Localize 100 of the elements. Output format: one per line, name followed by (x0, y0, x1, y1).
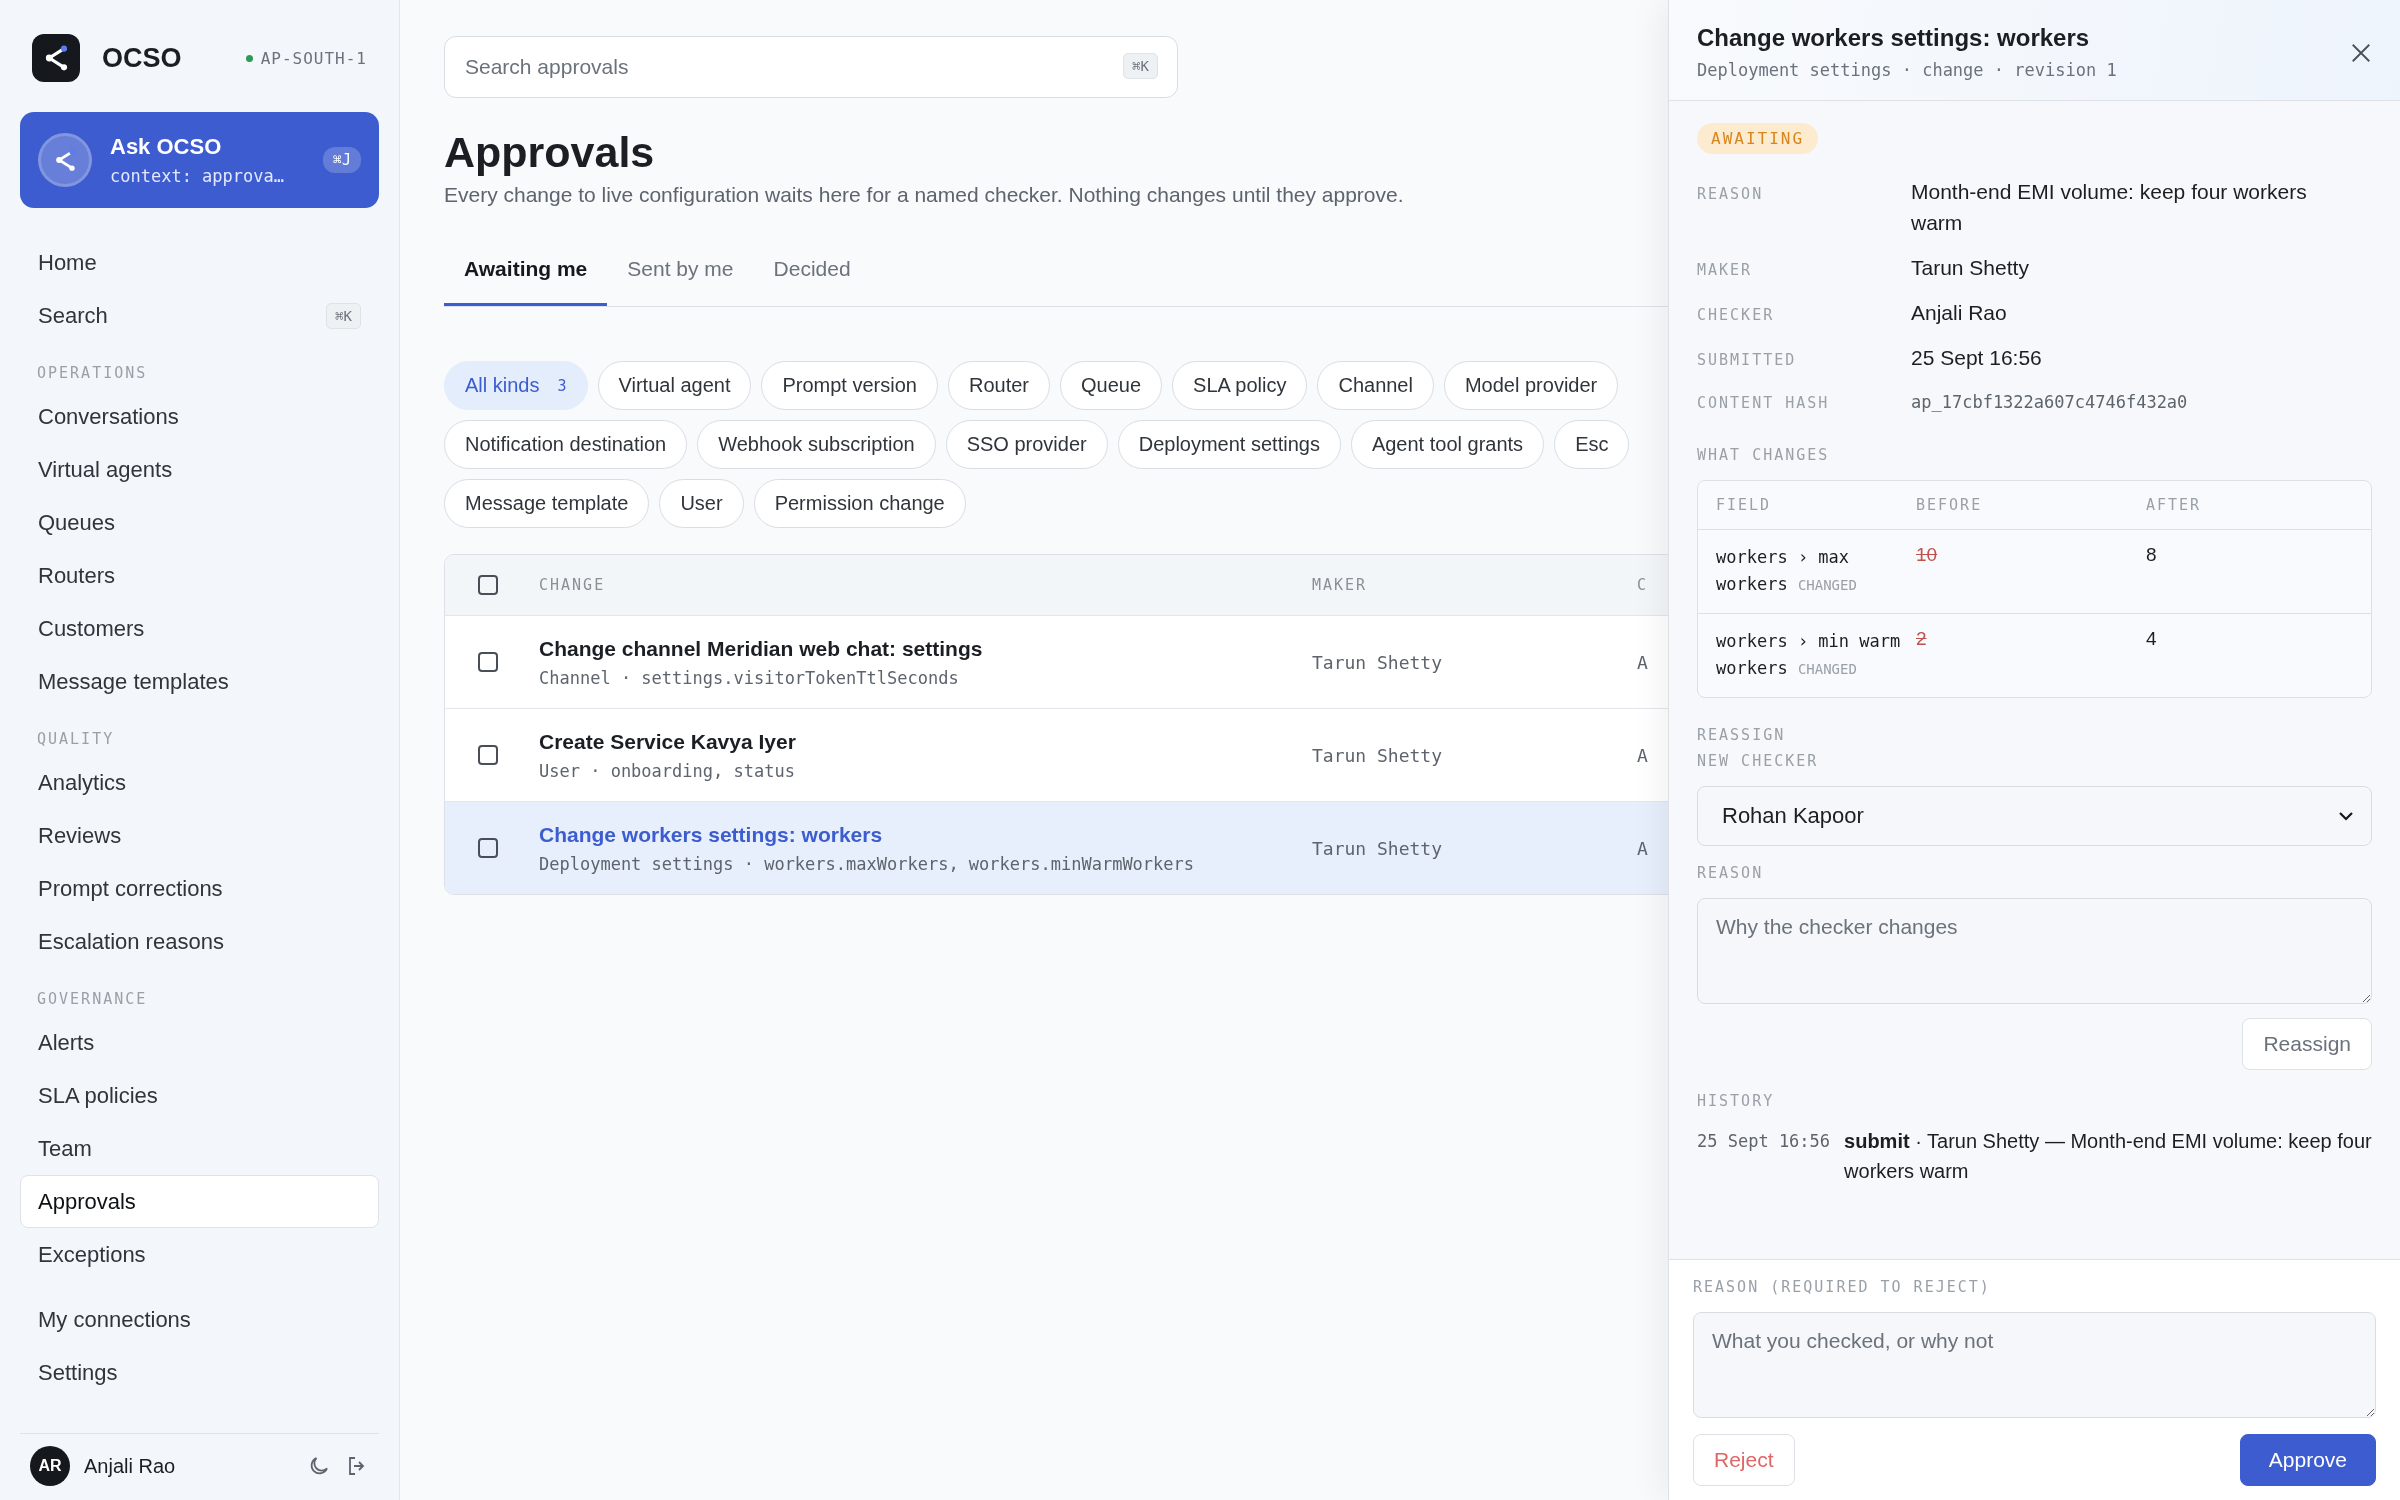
nav-item[interactable]: Settings (20, 1346, 379, 1399)
change-detail: Deployment settings · workers.maxWorkers, workers.minWarmWorkers (539, 853, 1196, 874)
row-checkbox[interactable] (478, 838, 498, 858)
nav-item[interactable]: Routers (20, 549, 379, 602)
page-title: Approvals (444, 128, 656, 177)
history-entry: submit · Tarun Shetty — Month-end EMI volume: keep four workers warm (1844, 1129, 2372, 1184)
field-value: Month-end EMI volume: keep four workers warm (1911, 179, 2308, 236)
logo-icon (32, 34, 80, 82)
table-cell-text: A (1637, 651, 1649, 673)
row-checkbox[interactable] (478, 652, 498, 672)
field-value: Anjali Rao (1911, 300, 2008, 326)
panel-subtitle: Deployment settings · change · revision 1 (1697, 60, 2117, 80)
assistant-icon (38, 133, 92, 187)
nav-item[interactable]: Exceptions (20, 1228, 379, 1281)
filter-chip[interactable]: Agent tool grants (1350, 420, 1545, 469)
tab[interactable]: Awaiting me (444, 257, 608, 306)
column-header: MAKER (1312, 576, 1369, 594)
section-heading: REASSIGN (1697, 726, 1787, 744)
maker-cell-text: Tarun Shetty (1312, 744, 1444, 766)
change-detail: Channel · settings.visitorTokenTtlSeconds (539, 667, 960, 688)
section-heading: GOVERNANCE (36, 989, 149, 1010)
filter-chip[interactable]: Router (947, 361, 1050, 410)
nav-item[interactable]: Message templates (20, 655, 379, 708)
ask-assistant-button[interactable]: Ask OCSO context: approva… ⌘J (20, 112, 379, 208)
nav-item[interactable]: Queues (20, 496, 379, 549)
filter-chip[interactable]: Esc (1554, 420, 1630, 469)
close-icon[interactable] (2350, 42, 2372, 64)
filter-chip[interactable]: Permission change (753, 479, 966, 528)
user-avatar: AR (30, 1446, 70, 1486)
nav-item[interactable]: Conversations (20, 390, 379, 443)
tab[interactable]: Sent by me (607, 257, 754, 306)
change-title[interactable]: Change workers settings: workers (539, 822, 1312, 847)
reject-reason-input[interactable]: What you checked, or why not (1693, 1312, 2376, 1418)
filter-chip[interactable]: Model provider (1443, 361, 1619, 410)
filter-chip[interactable]: Notification destination (444, 420, 688, 469)
change-title[interactable]: Change channel Meridian web chat: settings (539, 636, 1312, 661)
maker-cell-text: Tarun Shetty (1312, 837, 1444, 859)
status-badge: AWAITING (1697, 123, 1819, 154)
shortcut-hint: ⌘K (1123, 53, 1158, 79)
nav-item[interactable]: Analytics (20, 756, 379, 809)
reason-input[interactable]: Why the checker changes (1697, 898, 2372, 1004)
status-dot (245, 54, 253, 62)
filter-chip[interactable]: Channel (1317, 361, 1434, 410)
field-value: ap_17cbf1322a607c4746f432a0 (1911, 391, 2189, 414)
select-all-checkbox[interactable] (478, 575, 498, 595)
checker-select[interactable]: Rohan Kapoor (1697, 786, 2372, 846)
nav-item[interactable]: Virtual agents (20, 443, 379, 496)
filter-chip[interactable]: SSO provider (945, 420, 1108, 469)
tab[interactable]: Decided (753, 257, 871, 306)
approve-button[interactable]: Approve (2239, 1434, 2376, 1486)
field-label: REASON (1697, 864, 1765, 882)
nav-item[interactable]: Prompt corrections (20, 862, 379, 915)
section-heading: OPERATIONS (36, 363, 149, 384)
column-header: AFTER (2146, 496, 2203, 514)
field-label: NEW CHECKER (1697, 752, 1820, 770)
filter-chip[interactable]: Prompt version (761, 361, 938, 410)
maker-cell-text: Tarun Shetty (1312, 651, 1444, 673)
filter-chip[interactable]: SLA policy (1172, 361, 1308, 410)
column-header: FIELD (1716, 496, 1773, 514)
nav-item[interactable]: Home (20, 236, 379, 289)
filter-chip[interactable]: Webhook subscription (697, 420, 936, 469)
nav-item[interactable]: Team (20, 1122, 379, 1175)
reassign-button[interactable]: Reassign (2242, 1018, 2372, 1070)
field-label: SUBMITTED (1697, 351, 1798, 369)
change-title[interactable]: Create Service Kavya Iyer (539, 729, 1312, 754)
region-label: AP-SOUTH-1 (260, 48, 367, 68)
field-value: Tarun Shetty (1911, 255, 2030, 281)
nav-item[interactable]: Escalation reasons (20, 915, 379, 968)
after-value: 4 (2146, 628, 2158, 651)
column-header: CHANGE (539, 576, 607, 594)
nav-item[interactable]: Approvals (20, 1175, 379, 1228)
after-value: 8 (2146, 544, 2158, 567)
nav-item[interactable]: My connections (20, 1293, 379, 1346)
section-heading: WHAT CHANGES (1697, 446, 1831, 464)
page-description: Every change to live configuration waits here for a named checker. Nothing changes until they approve. (444, 183, 1405, 207)
table-row[interactable]: Change workers settings: workers Deployment settings · workers.maxWorkers, workers.minWarmWorkers Tarun Shetty A (445, 801, 1668, 894)
field-label: MAKER (1697, 261, 1754, 279)
nav-item[interactable]: Alerts (20, 1016, 379, 1069)
nav-item[interactable]: Reviews (20, 809, 379, 862)
field-path: workers › min warm workers CHANGED (1716, 630, 1902, 680)
filter-chip[interactable]: All kinds 3 (444, 361, 588, 410)
panel-title: Change workers settings: workers (1697, 24, 2091, 52)
field-label: REASON (1697, 185, 1765, 203)
filter-chip[interactable]: Message template (444, 479, 650, 528)
filter-chip[interactable]: Queue (1060, 361, 1163, 410)
field-label: CONTENT HASH (1697, 394, 1831, 412)
table-cell-text: A (1637, 744, 1649, 766)
nav-item[interactable]: SLA policies (20, 1069, 379, 1122)
field-value: 25 Sept 16:56 (1911, 345, 2043, 371)
filter-chip[interactable]: User (659, 479, 744, 528)
field-label: REASON (REQUIRED TO REJECT) (1693, 1278, 1992, 1296)
nav-item[interactable]: Search ⌘K (20, 289, 379, 342)
row-checkbox[interactable] (478, 745, 498, 765)
before-value: 10 (1916, 544, 1939, 567)
filter-chip[interactable]: Virtual agent (597, 361, 752, 410)
field-label: CHECKER (1697, 306, 1776, 324)
table-cell-text: A (1637, 837, 1649, 859)
nav-item[interactable]: Customers (20, 602, 379, 655)
user-name: Anjali Rao (84, 1454, 177, 1478)
filter-chip[interactable]: Deployment settings (1117, 420, 1341, 469)
